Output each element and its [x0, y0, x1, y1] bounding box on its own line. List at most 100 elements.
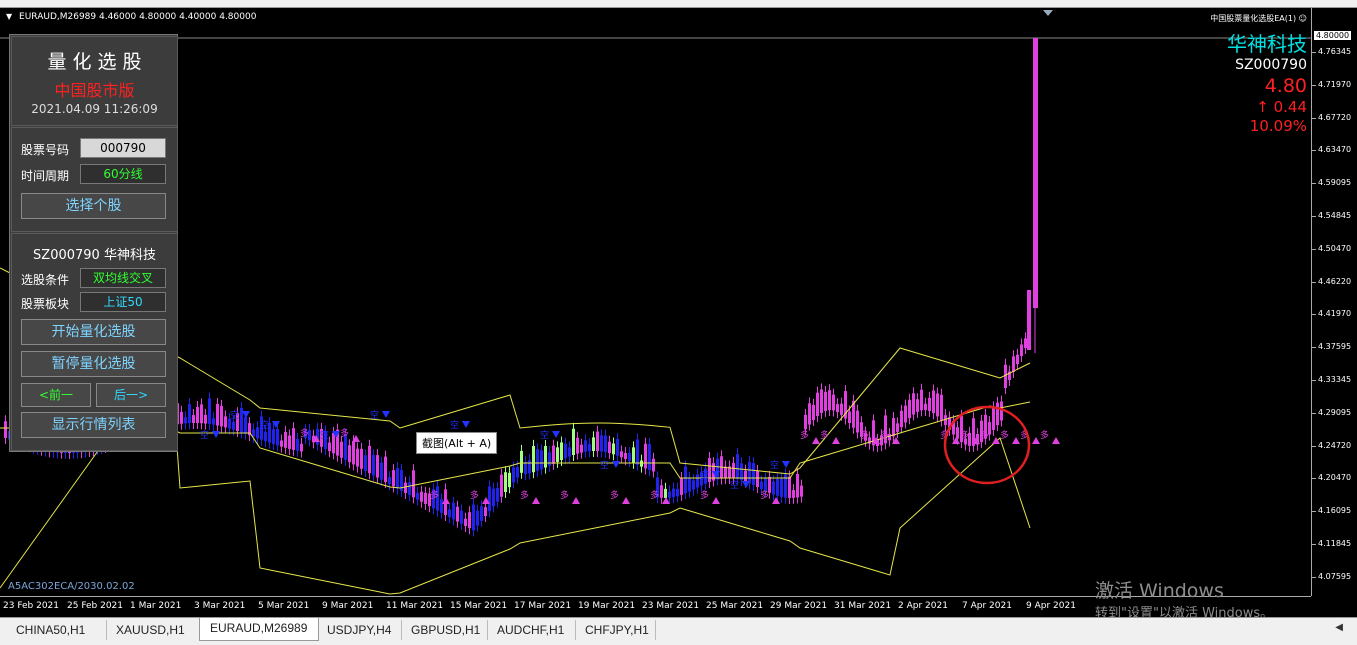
buy-signal-label: 多 — [820, 429, 829, 441]
candle-body — [484, 507, 487, 516]
buy-signal-label: 多 — [980, 429, 989, 441]
sell-triangle-icon — [742, 481, 750, 488]
tab-scroll-arrow-icon[interactable]: ◀ — [1335, 622, 1343, 633]
show-list-button[interactable]: 显示行情列表 — [21, 412, 166, 438]
buy-signal-label: 多 — [300, 427, 309, 439]
candle-body — [736, 454, 739, 480]
sell-signal-label: 空 — [540, 429, 549, 441]
candle-body — [664, 488, 667, 498]
sell-signal-label: 空 — [260, 419, 269, 431]
price-tick: 4.46220 — [1311, 276, 1352, 286]
price-tick: 4.54845 — [1311, 211, 1352, 220]
candle-body — [4, 421, 7, 438]
buy-triangle-icon — [442, 497, 450, 504]
candle-body — [256, 427, 259, 439]
candle-body — [360, 448, 363, 469]
price-tick: 4.29095 — [1311, 407, 1352, 417]
chart-tab[interactable]: EURAUD,M26989 — [199, 618, 319, 641]
candle-body — [992, 407, 995, 430]
candle-body — [352, 441, 355, 465]
buy-triangle-icon — [992, 437, 1000, 444]
buy-signal-label: 多 — [800, 429, 809, 441]
candle-body — [412, 470, 415, 498]
candle-body — [244, 416, 247, 434]
current-price-label: 4.80000 — [1314, 31, 1352, 40]
time-tick: 19 Mar 2021 — [578, 601, 636, 611]
candle-body — [272, 429, 275, 445]
start-scan-button[interactable]: 开始量化选股 — [21, 319, 166, 345]
buy-signal-label: 多 — [610, 489, 619, 501]
candle-body — [1027, 290, 1031, 350]
next-button[interactable]: 后一> — [96, 383, 166, 407]
candle-body — [696, 474, 699, 488]
candle-body — [208, 398, 211, 425]
candle-body — [204, 414, 207, 424]
buy-triangle-icon — [812, 437, 820, 444]
prev-button[interactable]: <前一 — [21, 383, 91, 407]
candle-body — [516, 466, 519, 478]
chart-tab-bar: CHINA50,H1 XAUUSD,H1 EURAUD,M26989 USDJPY,H… — [0, 617, 1357, 645]
chart-tab[interactable]: USDJPY,H4 — [317, 620, 402, 640]
price-tick: 4.41970 — [1311, 309, 1352, 319]
candle-body — [196, 407, 199, 424]
candle-body — [640, 460, 643, 467]
price-tick: 4.07595 — [1311, 571, 1352, 581]
candle-body — [636, 439, 639, 465]
candle-body — [280, 440, 283, 447]
chart-tab[interactable]: XAUUSD,H1 — [106, 620, 200, 640]
stock-name: 华神科技 — [1227, 32, 1307, 56]
period-label: 时间周期 — [21, 169, 70, 183]
candle-body — [956, 427, 959, 439]
candle-body — [800, 485, 803, 497]
candle-body — [584, 440, 587, 452]
candle-body — [372, 455, 375, 476]
candle-body — [560, 442, 563, 461]
condition-label: 选股条件 — [21, 273, 70, 287]
dropdown-triangle-icon[interactable]: ▼ — [6, 12, 12, 21]
candle-body — [556, 447, 559, 462]
price-tick: 4.11845 — [1311, 539, 1352, 548]
candle-body — [492, 488, 495, 507]
sell-signal-label: 空 — [200, 429, 209, 441]
candle-body — [780, 478, 783, 497]
period-select[interactable]: 60分线 — [80, 164, 166, 184]
candle-body — [652, 458, 655, 472]
candle-body — [608, 441, 611, 454]
buy-signal-label: 多 — [430, 489, 439, 501]
candle-body — [356, 448, 359, 467]
candle-body — [724, 466, 727, 479]
candle-body — [328, 442, 331, 452]
candle-body — [424, 492, 427, 504]
condition-select[interactable]: 双均线交叉 — [80, 268, 166, 288]
expert-advisor-label[interactable]: 中国股票量化选股EA(1) ☺ — [1210, 13, 1307, 24]
buy-signal-label: 多 — [700, 489, 709, 501]
chart-canvas[interactable]: 多多多多多多多多多多多多多多多多多多多多多多空空空空空空空空空空空空空 — [0, 8, 1311, 596]
sector-select[interactable]: 上证50 — [80, 292, 166, 312]
candle-body — [748, 461, 751, 484]
buy-triangle-icon — [532, 497, 540, 504]
chart-header: ▼ EURAUD,M26989 4.46000 4.80000 4.40000 … — [6, 12, 256, 22]
price-tick: 4.76345 — [1311, 47, 1352, 56]
candle-body — [624, 452, 627, 460]
select-stock-button[interactable]: 选择个股 — [21, 193, 166, 219]
chart-tab[interactable]: AUDCHF,H1 — [487, 620, 576, 640]
price-axis[interactable]: 4.76345 4.71970 4.67720 4.63470 4.59095 4.548… — [1311, 8, 1357, 596]
time-tick: 29 Mar 2021 — [770, 601, 828, 611]
candle-body — [828, 390, 831, 411]
chart-tab[interactable]: GBPUSD,H1 — [401, 620, 488, 640]
buy-signal-label: 多 — [860, 429, 869, 441]
panel-subtitle: 中国股市版 — [54, 81, 135, 100]
panel-title-section: 量 化 选 股 中国股市版 2021.04.09 11:26:09 — [11, 36, 178, 126]
candle-body — [688, 477, 691, 492]
candle-body — [388, 477, 391, 485]
pause-scan-button[interactable]: 暂停量化选股 — [21, 351, 166, 377]
buy-signal-label: 多 — [560, 489, 569, 501]
smiley-icon[interactable]: ☺ — [1299, 14, 1307, 23]
buy-triangle-icon — [712, 497, 720, 504]
chart-tab[interactable]: CHINA50,H1 — [6, 620, 107, 640]
chart-tab[interactable]: CHFJPY,H1 — [575, 620, 656, 640]
price-chart[interactable]: 多多多多多多多多多多多多多多多多多多多多多多空空空空空空空空空空空空空 — [0, 8, 1311, 596]
time-tick: 3 Mar 2021 — [194, 601, 246, 611]
stock-code-input[interactable]: 000790 — [80, 138, 166, 158]
candle-body — [1004, 364, 1007, 388]
